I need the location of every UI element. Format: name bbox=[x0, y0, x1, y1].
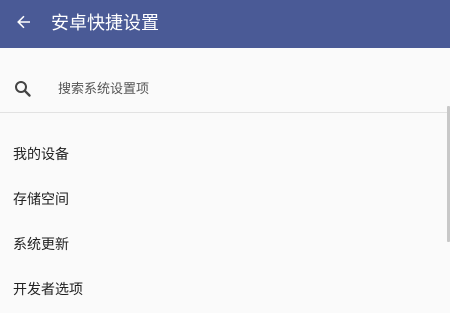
page-title: 安卓快捷设置 bbox=[51, 13, 159, 34]
search-input[interactable] bbox=[58, 77, 428, 101]
list-item-developer-options[interactable]: 开发者选项 bbox=[0, 268, 450, 313]
settings-list: 我的设备 存储空间 系统更新 开发者选项 bbox=[0, 133, 450, 313]
list-item-storage[interactable]: 存储空间 bbox=[0, 178, 450, 223]
list-item-system-update[interactable]: 系统更新 bbox=[0, 223, 450, 268]
back-button[interactable] bbox=[8, 8, 40, 40]
list-item-my-device[interactable]: 我的设备 bbox=[0, 133, 450, 178]
arrow-back-icon bbox=[16, 14, 32, 34]
app-bar: 安卓快捷设置 bbox=[0, 0, 450, 48]
search-bar[interactable] bbox=[0, 66, 450, 113]
search-icon bbox=[13, 79, 33, 99]
